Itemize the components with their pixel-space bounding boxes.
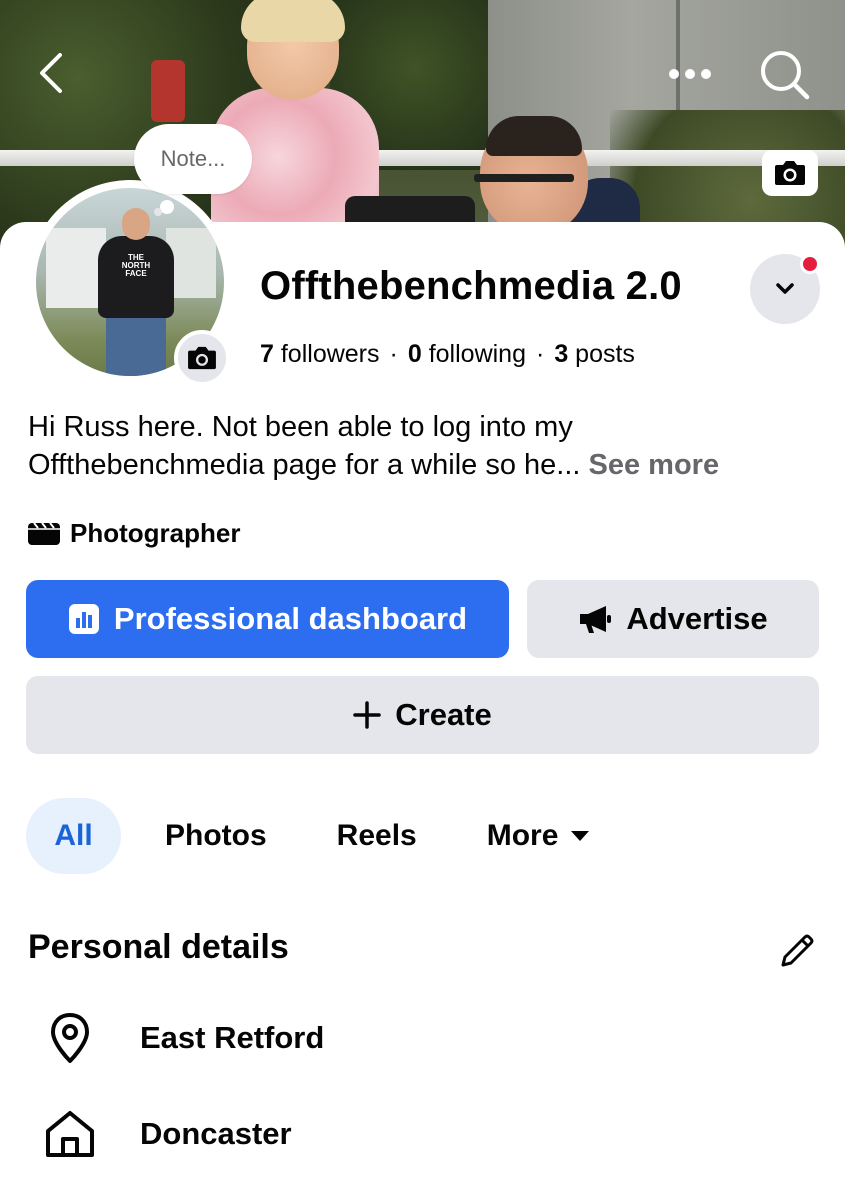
camera-icon: [188, 346, 216, 370]
profile-category: Photographer: [28, 518, 240, 549]
ellipsis-icon: [669, 69, 711, 79]
advertise-button[interactable]: Advertise: [527, 580, 819, 658]
dashboard-label: Professional dashboard: [113, 601, 468, 636]
search-button[interactable]: [756, 46, 814, 104]
detail-row-current-city: East Retford: [40, 1008, 324, 1068]
edit-avatar-button[interactable]: [174, 330, 230, 386]
note-bubble-tail-small: [154, 208, 162, 216]
cover-rail: [0, 150, 845, 166]
profile-stats: 7 followers · 0 following · 3 posts: [260, 340, 635, 369]
profile-name: Offthebenchmedia 2.0: [260, 264, 682, 308]
clapperboard-icon: [28, 522, 60, 545]
profile-bio: Hi Russ here. Not been able to log into …: [28, 408, 828, 484]
professional-dashboard-button[interactable]: Professional dashboard: [26, 580, 509, 658]
megaphone-icon: [578, 604, 612, 634]
see-more-link[interactable]: See more: [589, 449, 720, 481]
edit-cover-photo-button[interactable]: [762, 150, 818, 196]
man-glasses: [474, 174, 574, 182]
create-button[interactable]: Create: [26, 676, 819, 754]
back-button[interactable]: [28, 50, 74, 96]
chevron-down-icon: [776, 283, 794, 294]
man-hair: [486, 116, 582, 156]
create-label: Create: [395, 697, 492, 732]
stats-separator: ·: [389, 340, 398, 368]
chevron-left-icon: [40, 53, 62, 93]
avatar-head: [122, 208, 150, 240]
bio-line-2: Offthebenchmedia page for a while so he.…: [28, 449, 720, 481]
girl-phone: [151, 60, 185, 122]
following-stat[interactable]: 0 following: [408, 340, 526, 368]
note-bubble[interactable]: Note...: [134, 124, 252, 194]
bio-line-1: Hi Russ here. Not been able to log into …: [28, 411, 573, 443]
detail-label: East Retford: [140, 1020, 325, 1055]
detail-row-hometown: Doncaster: [40, 1104, 292, 1164]
camera-icon: [775, 161, 805, 185]
notification-dot: [800, 254, 820, 274]
note-placeholder: Note...: [160, 146, 226, 171]
pencil-icon: [781, 934, 814, 967]
stats-separator: ·: [535, 340, 545, 368]
more-options-button[interactable]: [664, 52, 716, 96]
note-bubble-tail-large: [160, 200, 174, 214]
caret-down-icon: [570, 830, 590, 842]
posts-stat[interactable]: 3 posts: [554, 340, 635, 368]
location-pin-icon: [40, 1008, 100, 1068]
tab-all[interactable]: All: [26, 798, 121, 874]
category-label: Photographer: [70, 518, 241, 548]
bar-chart-icon: [68, 603, 100, 635]
avatar-jeans: [106, 316, 166, 376]
detail-label: Doncaster: [140, 1116, 292, 1151]
tab-photos[interactable]: Photos: [165, 798, 267, 874]
edit-details-button[interactable]: [774, 928, 820, 974]
girl-hair: [241, 0, 345, 42]
personal-details-title: Personal details: [28, 928, 289, 966]
avatar-bg-tent: [46, 228, 106, 308]
tab-reels[interactable]: Reels: [337, 798, 417, 874]
plus-icon: [353, 701, 381, 729]
advertise-label: Advertise: [626, 601, 768, 636]
avatar-shirt-logo: THE NORTH FACE: [121, 253, 151, 278]
followers-stat[interactable]: 7 followers: [260, 340, 380, 368]
tab-more[interactable]: More: [487, 798, 591, 874]
home-icon: [40, 1104, 100, 1164]
search-icon: [761, 51, 810, 100]
profile-tabs: All Photos Reels More: [26, 798, 660, 874]
